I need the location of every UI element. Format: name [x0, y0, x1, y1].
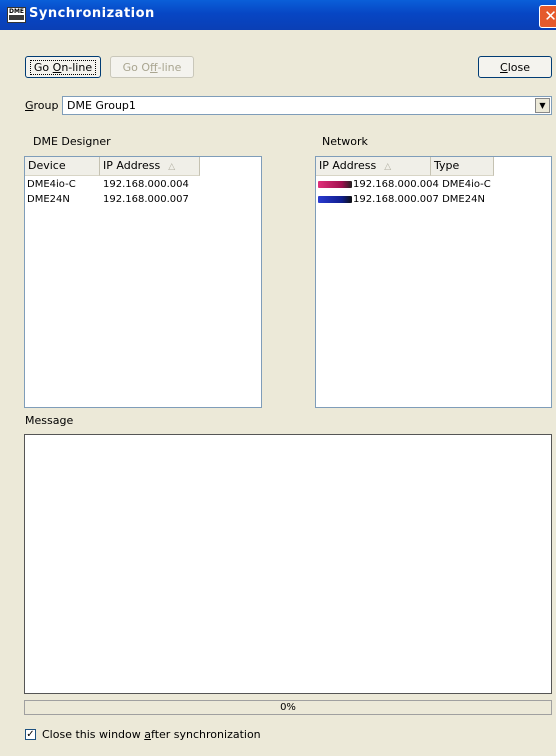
go-online-button[interactable]: Go On-line [25, 56, 101, 78]
close-button[interactable]: Close [478, 56, 552, 78]
go-offline-button[interactable]: Go Off-line [110, 56, 194, 78]
column-header-ip-address[interactable]: IP Address △ [100, 157, 200, 176]
network-device-list[interactable]: IP Address △ Type 192.168.000.004 DME4io-… [315, 156, 552, 408]
checkmark-icon: ✓ [26, 729, 35, 740]
chevron-down-icon[interactable]: ▼ [535, 98, 550, 113]
group-select[interactable]: DME Group1 ▼ [62, 96, 552, 115]
column-header-ip-address[interactable]: IP Address △ [316, 157, 431, 176]
column-header-device[interactable]: Device [25, 157, 100, 176]
network-label: Network [322, 135, 368, 148]
dme-app-icon: DME [7, 7, 26, 23]
synchronization-window: DME Synchronization ✕ Go On-line Go Off-… [0, 0, 556, 756]
dme-designer-label: DME Designer [33, 135, 111, 148]
sync-progress-bar: 0% [24, 700, 552, 715]
progress-percent: 0% [280, 702, 296, 713]
group-select-value: DME Group1 [67, 99, 136, 112]
group-label: Group [25, 99, 59, 112]
title-bar[interactable]: DME Synchronization ✕ [0, 0, 556, 30]
list-item[interactable]: DME24N 192.168.000.007 [27, 193, 189, 206]
close-icon: ✕ [544, 7, 556, 25]
list-item[interactable]: 192.168.000.007 DME24N [318, 193, 485, 206]
list-item[interactable]: 192.168.000.004 DME4io-C [318, 178, 491, 191]
dme24n-device-icon [318, 195, 352, 203]
designer-device-list[interactable]: Device IP Address △ DME4io-C 192.168.000.0… [24, 156, 262, 408]
message-area[interactable] [24, 434, 552, 694]
dme4io-device-icon [318, 180, 352, 188]
sort-ascending-icon: △ [168, 162, 176, 172]
close-after-sync-label[interactable]: Close this window after synchronization [42, 728, 261, 741]
list-item[interactable]: DME4io-C 192.168.000.004 [27, 178, 189, 191]
close-after-sync-checkbox[interactable]: ✓ [25, 729, 36, 740]
message-label: Message [25, 414, 74, 427]
column-header-type[interactable]: Type [431, 157, 494, 176]
window-title: Synchronization [29, 6, 155, 21]
sort-ascending-icon: △ [384, 162, 392, 172]
window-close-button[interactable]: ✕ [539, 5, 556, 28]
